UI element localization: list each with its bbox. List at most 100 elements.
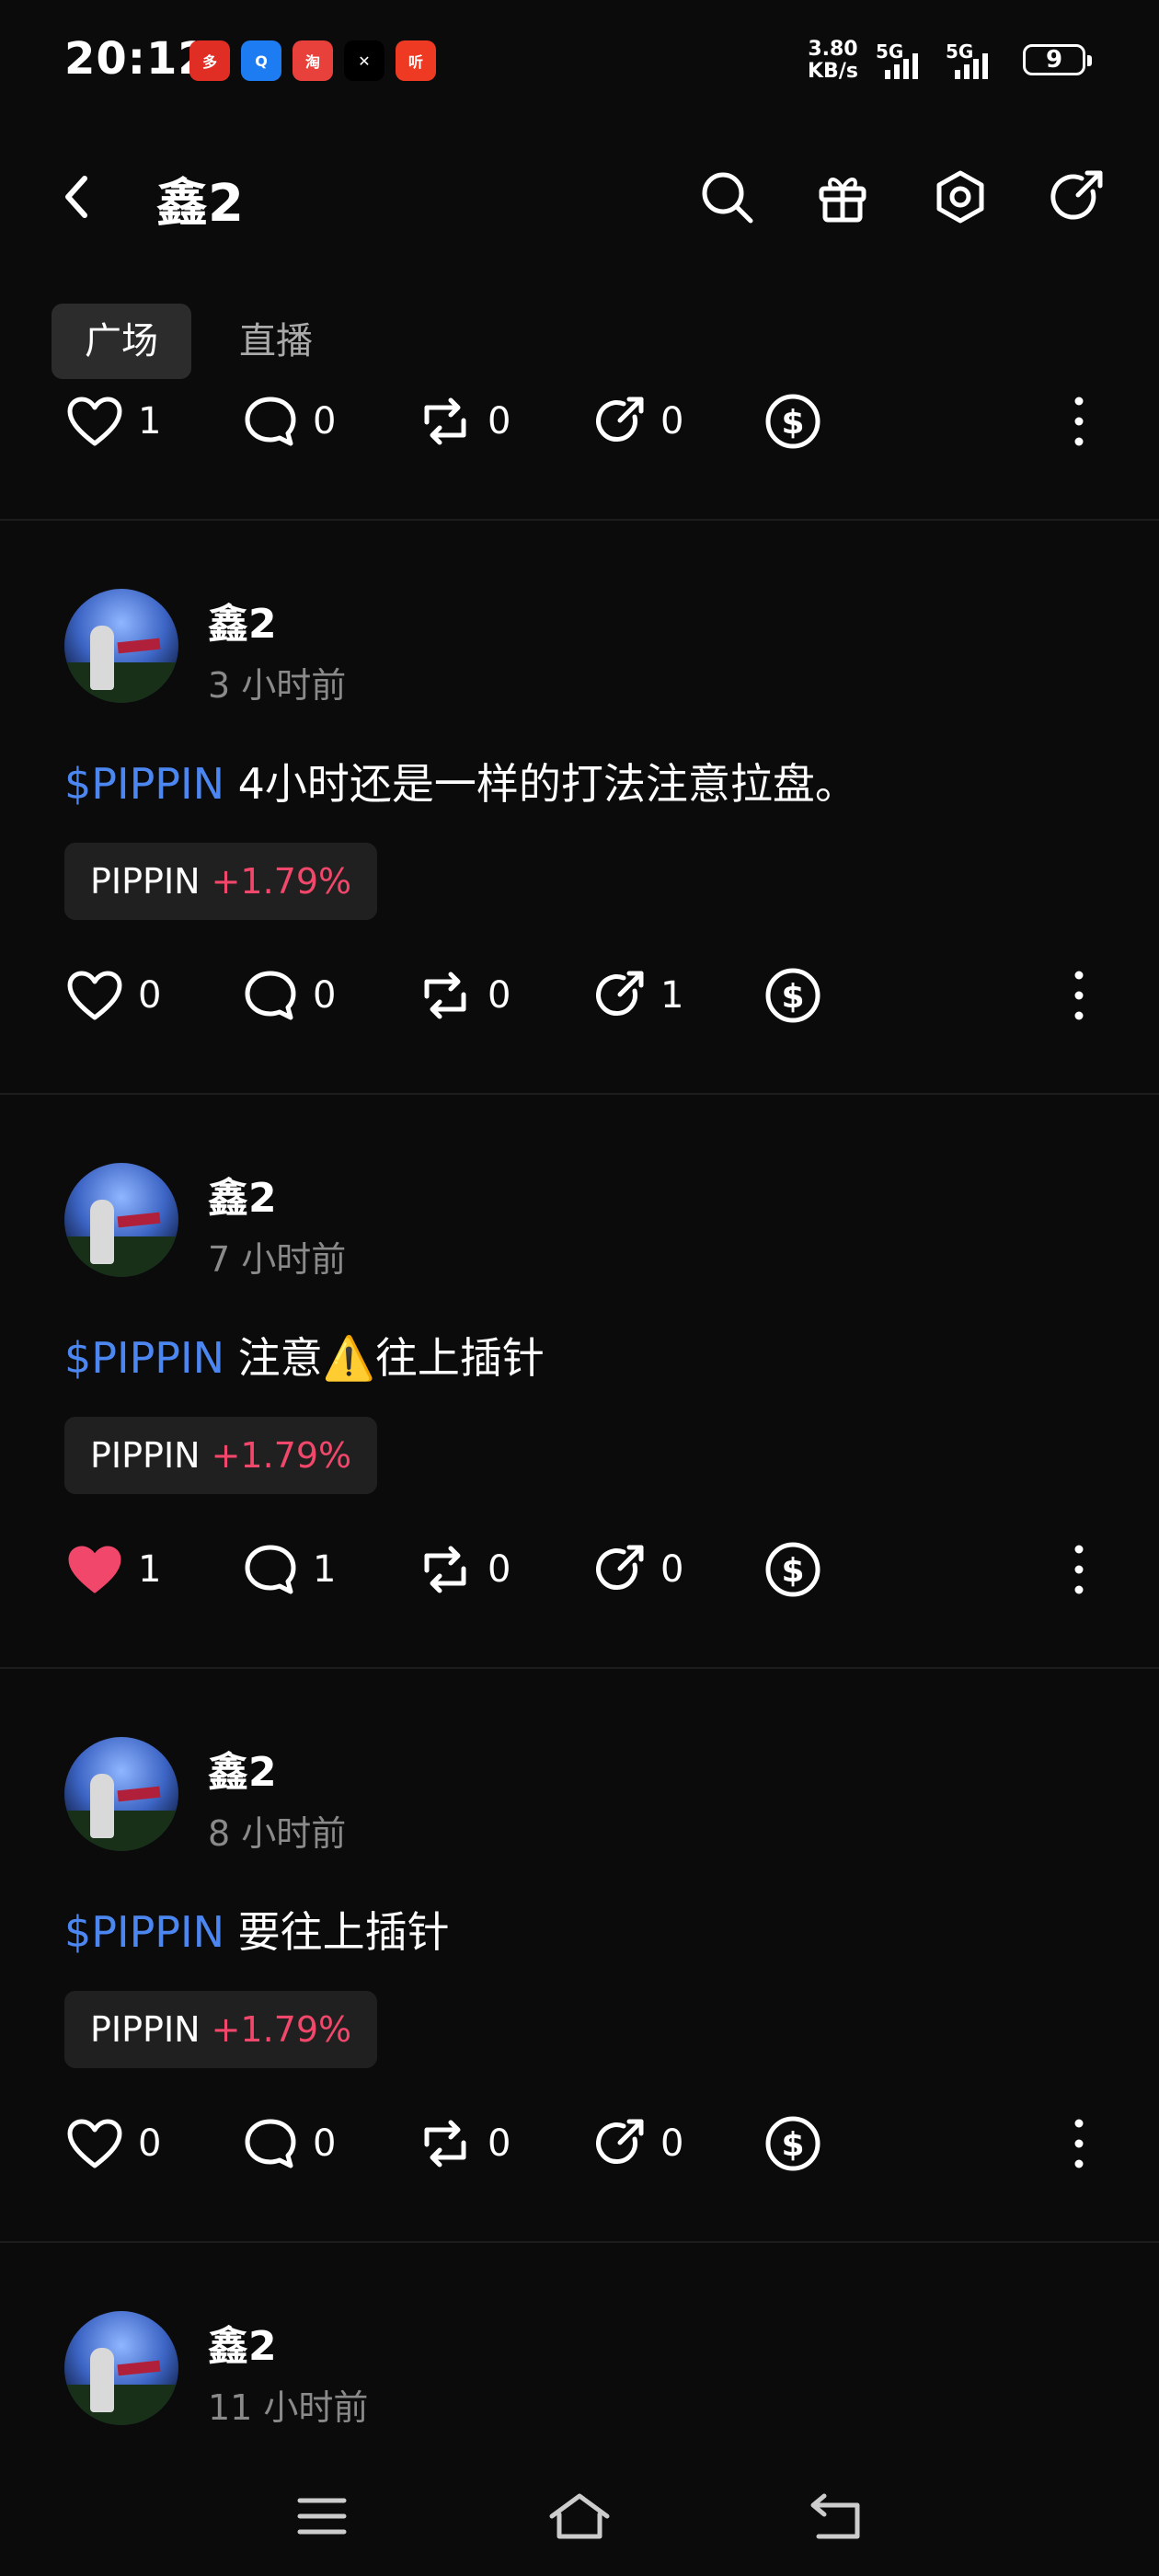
post-time: 8 小时前 [208, 1813, 347, 1854]
repost-button[interactable]: 0 [418, 385, 511, 458]
post-content[interactable]: $PIPPIN 注意⚠️往上插针 [64, 1325, 545, 1386]
more-options-button[interactable] [1058, 385, 1100, 458]
repost-count: 0 [488, 1548, 511, 1591]
share-post-button[interactable]: 0 [592, 1533, 683, 1606]
comment-button[interactable]: 0 [243, 2107, 336, 2180]
comment-icon [245, 2119, 296, 2168]
repost-icon [424, 397, 466, 445]
tab-square[interactable]: 广场 [52, 304, 191, 379]
search-icon [702, 172, 753, 224]
repost-count: 0 [488, 2122, 511, 2165]
tab-live[interactable]: 直播 [206, 304, 346, 379]
post-content[interactable]: $PIPPIN 要往上插针 [64, 1899, 450, 1960]
repost-button[interactable]: 0 [418, 2107, 511, 2180]
share-icon [1050, 170, 1103, 220]
ticker-symbol: PIPPIN [90, 1435, 201, 1476]
signal-2-icon: 5G [946, 40, 1001, 83]
more-options-button[interactable] [1058, 2107, 1100, 2180]
settings-button[interactable] [924, 160, 997, 234]
gift-button[interactable] [806, 160, 879, 234]
author-name[interactable]: 鑫2 [208, 1739, 277, 1798]
system-navigation-bar [0, 2447, 1159, 2576]
pinduoduo-app-icon: 多 [189, 40, 230, 81]
tip-button[interactable]: $ [763, 2107, 822, 2180]
ticker-change: +1.79% [211, 861, 352, 902]
repost-button[interactable]: 0 [418, 1533, 511, 1606]
share-count: 0 [660, 400, 684, 443]
author-name[interactable]: 鑫2 [208, 1165, 277, 1224]
status-time: 20:12 [64, 33, 210, 85]
share-button[interactable] [1039, 160, 1113, 234]
post-action-row: 1 1 0 0 $ [0, 1533, 1159, 1606]
author-avatar[interactable] [64, 589, 178, 703]
ticker-symbol: PIPPIN [90, 2009, 201, 2050]
post-content[interactable]: $PIPPIN 4小时还是一样的打法注意拉盘。 [64, 751, 857, 811]
home-button[interactable] [543, 2484, 616, 2548]
ticker-chip[interactable]: PIPPIN +1.79% [64, 1991, 378, 2068]
tip-button[interactable]: $ [763, 959, 822, 1032]
heart-icon [67, 2119, 122, 2168]
like-button-liked[interactable]: 1 [66, 1533, 161, 1606]
post-time: 11 小时前 [208, 2387, 369, 2428]
more-options-button[interactable] [1058, 959, 1100, 1032]
back-arrow-icon [65, 176, 87, 218]
network-speed: 3.80 KB/s [808, 39, 858, 83]
tip-button[interactable]: $ [763, 1533, 822, 1606]
cashtag-link[interactable]: $PIPPIN [64, 1907, 224, 1957]
svg-text:$: $ [781, 978, 804, 1016]
post-action-row: 0 0 0 0 $ [0, 2107, 1159, 2180]
repost-count: 0 [488, 974, 511, 1017]
menu-icon [297, 2498, 347, 2535]
repost-button[interactable]: 0 [418, 959, 511, 1032]
like-count: 1 [138, 400, 162, 443]
like-button[interactable]: 0 [66, 2107, 161, 2180]
comment-count: 0 [313, 2122, 337, 2165]
like-button[interactable]: 0 [66, 959, 161, 1032]
author-avatar[interactable] [64, 2311, 178, 2425]
post-text: 4小时还是一样的打法注意拉盘。 [224, 759, 857, 809]
like-button[interactable]: 1 [66, 385, 161, 458]
more-vertical-icon [1074, 2119, 1084, 2168]
svg-text:$: $ [781, 404, 804, 442]
divider [0, 519, 1159, 521]
repost-icon [424, 1546, 466, 1593]
share-icon [596, 971, 644, 1017]
post-time: 3 小时前 [208, 665, 347, 706]
heart-icon [67, 971, 122, 1020]
back-button[interactable] [40, 160, 114, 234]
gift-icon [819, 178, 866, 223]
cashtag-link[interactable]: $PIPPIN [64, 759, 224, 809]
comment-button[interactable]: 0 [243, 385, 336, 458]
dollar-coin-icon: $ [765, 394, 820, 449]
share-icon [596, 397, 644, 443]
signal-1-icon: 5G [876, 40, 931, 83]
cashtag-link[interactable]: $PIPPIN [64, 1333, 224, 1383]
ticker-chip[interactable]: PIPPIN +1.79% [64, 1417, 378, 1494]
share-post-button[interactable]: 0 [592, 385, 683, 458]
dollar-coin-icon: $ [765, 2116, 820, 2171]
more-vertical-icon [1074, 971, 1084, 1020]
tip-button[interactable]: $ [763, 385, 822, 458]
system-back-button[interactable] [800, 2484, 874, 2548]
author-avatar[interactable] [64, 1163, 178, 1277]
comment-button[interactable]: 1 [243, 1533, 336, 1606]
back-return-icon [810, 2493, 860, 2539]
divider [0, 1667, 1159, 1669]
comment-icon [245, 397, 296, 446]
comment-button[interactable]: 0 [243, 959, 336, 1032]
repost-icon [424, 2120, 466, 2168]
status-bar: 20:12 多 Q 淘 ✕ 听 3.80 KB/s 5G 5G 9 [0, 0, 1159, 120]
author-avatar[interactable] [64, 1737, 178, 1851]
share-post-button[interactable]: 0 [592, 2107, 683, 2180]
svg-text:$: $ [781, 2126, 804, 2164]
more-options-button[interactable] [1058, 1533, 1100, 1606]
ticker-chip[interactable]: PIPPIN +1.79% [64, 843, 378, 920]
author-name[interactable]: 鑫2 [208, 591, 277, 650]
dollar-coin-icon: $ [765, 1542, 820, 1597]
share-post-button[interactable]: 1 [592, 959, 683, 1032]
author-name[interactable]: 鑫2 [208, 2313, 277, 2372]
search-button[interactable] [690, 160, 763, 234]
recent-apps-button[interactable] [285, 2484, 359, 2548]
share-icon [596, 1545, 644, 1591]
network-speed-value: 3.80 [808, 38, 858, 61]
